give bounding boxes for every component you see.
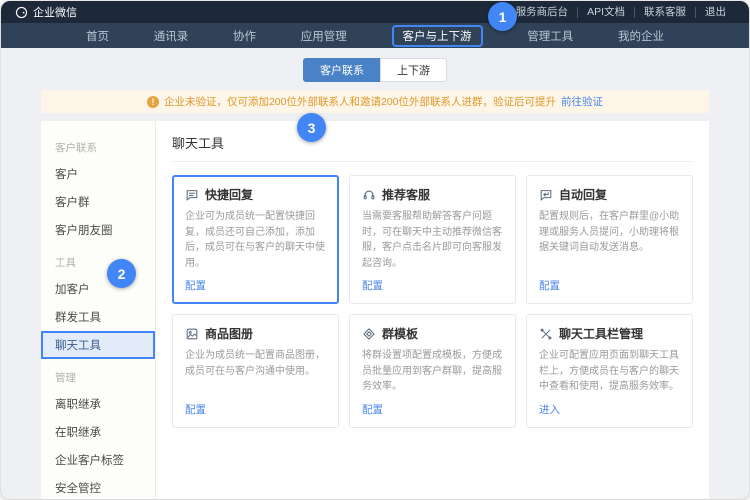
brand: 企业微信 — [15, 4, 77, 20]
sidebar-item-customer-tags[interactable]: 企业客户标签 — [41, 446, 155, 474]
sidebar-group-management: 管理 — [41, 359, 155, 390]
wechat-work-logo-icon — [15, 6, 28, 19]
auto-reply-icon — [539, 188, 553, 202]
sidebar-group-customer-contact: 客户联系 — [41, 129, 155, 160]
card-desc: 企业为成员统一配置商品图册，成员可在与客户沟通中使用。 — [185, 348, 326, 395]
card-group-template[interactable]: 群模板 将群设置项配置成模板，方便成员批量应用到客户群聊，提高服务效率。 配置 — [349, 314, 516, 428]
product-album-icon — [185, 327, 199, 341]
app-window: 企业微信 服务商后台 API文档 联系客服 退出 首页 通讯录 协作 应用管理 … — [1, 1, 749, 499]
card-action-link[interactable]: 配置 — [539, 278, 560, 293]
card-title: 自动回复 — [559, 186, 607, 203]
card-desc: 企业可为成员统一配置快捷回复，成员还可自己添加，添加后，成员可在与客户的聊天中使… — [185, 209, 326, 271]
sidebar-item-customer-group[interactable]: 客户群 — [41, 188, 155, 216]
card-desc: 企业可配置应用页面到聊天工具栏上，方便成员在与客户的聊天中查看和使用，提高服务效… — [539, 348, 680, 395]
card-title: 推荐客服 — [382, 186, 430, 203]
group-template-icon — [362, 327, 376, 341]
card-desc: 将群设置项配置成模板，方便成员批量应用到客户群聊，提高服务效率。 — [362, 348, 503, 395]
card-desc: 配置规则后，在客户群里@小助理或服务人员提问，小助理将根据关键词自动发送消息。 — [539, 209, 680, 271]
tab-customer-contact[interactable]: 客户联系 — [303, 58, 380, 82]
sidebar-item-customer[interactable]: 客户 — [41, 160, 155, 188]
annotation-step-2-badge: 2 — [107, 259, 136, 288]
card-quick-reply[interactable]: 快捷回复 企业可为成员统一配置快捷回复，成员还可自己添加，添加后，成员可在与客户… — [172, 175, 339, 304]
page-title: 聊天工具 — [172, 133, 693, 162]
subnav-tabs: 客户联系 上下游 — [1, 58, 749, 82]
card-grid: 快捷回复 企业可为成员统一配置快捷回复，成员还可自己添加，添加后，成员可在与客户… — [172, 175, 693, 428]
main-nav: 首页 通讯录 协作 应用管理 客户与上下游 管理工具 我的企业 — [1, 23, 749, 48]
card-title: 聊天工具栏管理 — [559, 325, 643, 342]
brand-label: 企业微信 — [33, 4, 77, 20]
card-title: 商品图册 — [205, 325, 253, 342]
card-action-link[interactable]: 配置 — [362, 278, 383, 293]
annotation-step-3-badge: 3 — [297, 113, 326, 142]
nav-collaboration[interactable]: 协作 — [233, 28, 256, 44]
card-chat-toolbar[interactable]: 聊天工具栏管理 企业可配置应用页面到聊天工具栏上，方便成员在与客户的聊天中查看和… — [526, 314, 693, 428]
verification-banner: ! 企业未验证，仅可添加200位外部联系人和邀请200位外部联系人进群，验证后可… — [41, 90, 709, 113]
tab-updownstream[interactable]: 上下游 — [380, 58, 447, 82]
card-action-link[interactable]: 配置 — [185, 402, 206, 417]
nav-my-company[interactable]: 我的企业 — [618, 28, 664, 44]
chat-toolbar-icon — [539, 327, 553, 341]
recommend-service-icon — [362, 188, 376, 202]
sidebar-item-group-send[interactable]: 群发工具 — [41, 303, 155, 331]
content-area: 客户联系 客户 客户群 客户朋友圈 工具 加客户 群发工具 聊天工具 管理 离职… — [41, 121, 709, 499]
sidebar-item-onjob-inherit[interactable]: 在职继承 — [41, 418, 155, 446]
card-recommend-service[interactable]: 推荐客服 当需要客服帮助解答客户问题时，可在聊天中主动推荐微信客服，客户点击名片… — [349, 175, 516, 304]
card-action-link[interactable]: 配置 — [185, 278, 206, 293]
sidebar-item-resign-inherit[interactable]: 离职继承 — [41, 390, 155, 418]
card-action-link[interactable]: 配置 — [362, 402, 383, 417]
go-verify-link[interactable]: 前往验证 — [561, 94, 603, 109]
banner-text: 企业未验证，仅可添加200位外部联系人和邀请200位外部联系人进群，验证后可提升 — [164, 94, 556, 109]
nav-admin-tools[interactable]: 管理工具 — [527, 28, 573, 44]
sidebar-item-security-control[interactable]: 安全管控 — [41, 474, 155, 499]
sidebar-item-chat-tools[interactable]: 聊天工具 — [41, 331, 155, 359]
quick-reply-icon — [185, 188, 199, 202]
main-panel: 聊天工具 快捷回复 企业可为成员统一配置快捷回复，成员还可自己添加，添加后，成员… — [156, 121, 709, 499]
topbar: 企业微信 服务商后台 API文档 联系客服 退出 — [1, 1, 749, 23]
provider-console-link[interactable]: 服务商后台 — [507, 7, 578, 18]
sidebar-group-tools: 工具 — [41, 244, 155, 275]
sidebar-item-add-customer[interactable]: 加客户 — [41, 275, 155, 303]
contact-support-link[interactable]: 联系客服 — [634, 7, 695, 18]
annotation-step-1-badge: 1 — [488, 2, 517, 31]
nav-contacts[interactable]: 通讯录 — [154, 28, 189, 44]
card-title: 群模板 — [382, 325, 418, 342]
logout-link[interactable]: 退出 — [695, 7, 735, 18]
card-title: 快捷回复 — [205, 186, 253, 203]
api-docs-link[interactable]: API文档 — [577, 7, 634, 18]
nav-app-management[interactable]: 应用管理 — [301, 28, 347, 44]
card-desc: 当需要客服帮助解答客户问题时，可在聊天中主动推荐微信客服，客户点击名片即可向客服… — [362, 209, 503, 271]
card-action-link[interactable]: 进入 — [539, 402, 560, 417]
nav-home[interactable]: 首页 — [86, 28, 109, 44]
sidebar: 客户联系 客户 客户群 客户朋友圈 工具 加客户 群发工具 聊天工具 管理 离职… — [41, 121, 156, 499]
topbar-links: 服务商后台 API文档 联系客服 退出 — [507, 7, 735, 18]
card-auto-reply[interactable]: 自动回复 配置规则后，在客户群里@小助理或服务人员提问，小助理将根据关键词自动发… — [526, 175, 693, 304]
card-product-album[interactable]: 商品图册 企业为成员统一配置商品图册，成员可在与客户沟通中使用。 配置 — [172, 314, 339, 428]
sidebar-item-customer-moments[interactable]: 客户朋友圈 — [41, 216, 155, 244]
warning-icon: ! — [147, 96, 159, 108]
nav-customers-updownstream[interactable]: 客户与上下游 — [392, 25, 483, 47]
